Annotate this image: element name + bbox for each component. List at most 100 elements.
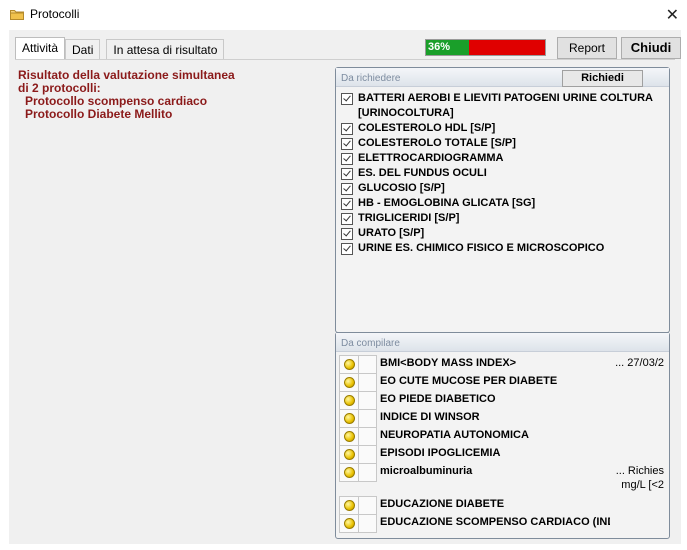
compile-item[interactable]: EPISODI IPOGLICEMIA: [339, 445, 667, 464]
yellow-dot-icon: [343, 518, 355, 529]
compile-item[interactable]: EDUCAZIONE SCOMPENSO CARDIACO (INDIV: [339, 514, 667, 533]
compile-item-name: microalbuminuria: [380, 465, 473, 477]
compile-item[interactable]: EO CUTE MUCOSE PER DIABETE: [339, 373, 667, 392]
request-label: ELETTROCARDIOGRAMMA: [358, 152, 504, 164]
request-label: HB - EMOGLOBINA GLICATA [SG]: [358, 197, 536, 209]
window-title: Protocolli: [30, 7, 80, 21]
tab-dati[interactable]: Dati: [65, 39, 101, 60]
compile-item-value-line: ... Richies: [615, 465, 664, 477]
request-label: ES. DEL FUNDUS OCULI: [358, 167, 487, 179]
request-checkbox[interactable]: [341, 123, 353, 135]
blank-cell[interactable]: [359, 463, 377, 482]
compile-item-value: [610, 427, 664, 428]
compile-item-value: [610, 514, 664, 515]
chiudi-button[interactable]: Chiudi: [621, 37, 681, 59]
request-item[interactable]: URATO [S/P]: [341, 226, 665, 241]
progress-fill: 36%: [426, 40, 469, 55]
compile-item-name: EPISODI IPOGLICEMIA: [380, 447, 501, 459]
folder-icon: [10, 10, 24, 20]
blank-cell[interactable]: [359, 496, 377, 515]
richiedi-button[interactable]: Richiedi: [562, 70, 643, 87]
compile-item-value-line: mg/L [<2: [621, 479, 664, 491]
blank-cell[interactable]: [359, 409, 377, 428]
request-label: URINE ES. CHIMICO FISICO E MICROSCOPICO: [358, 242, 605, 254]
tab-bar: Attività Dati In attesa di risultato: [15, 37, 225, 60]
request-checkbox[interactable]: [341, 93, 353, 105]
request-label: URATO [S/P]: [358, 227, 425, 239]
request-label: TRIGLICERIDI [S/P]: [358, 212, 460, 224]
yellow-dot-icon: [343, 431, 355, 442]
compile-list: BMI<BODY MASS INDEX> ... 27/03/2 EO CUTE M…: [339, 355, 667, 533]
blank-cell[interactable]: [359, 373, 377, 392]
compile-item-name: INDICE DI WINSOR: [380, 411, 480, 423]
status-cell[interactable]: [339, 373, 359, 392]
compile-item[interactable]: INDICE DI WINSOR: [339, 409, 667, 428]
blank-cell[interactable]: [359, 427, 377, 446]
request-item[interactable]: BATTERI AEROBI E LIEVITI PATOGENI URINE …: [341, 91, 665, 121]
status-cell[interactable]: [339, 427, 359, 446]
compile-item[interactable]: EO PIEDE DIABETICO: [339, 391, 667, 410]
requests-panel: Da richiedere Richiedi BATTERI AEROBI E …: [335, 67, 670, 333]
status-cell[interactable]: [339, 355, 359, 374]
request-checkbox[interactable]: [341, 243, 353, 255]
compile-item-value: [610, 373, 664, 374]
status-cell[interactable]: [339, 463, 359, 482]
tab-attivita[interactable]: Attività: [15, 37, 66, 60]
compile-item-name: NEUROPATIA AUTONOMICA: [380, 429, 529, 441]
requests-list: BATTERI AEROBI E LIEVITI PATOGENI URINE …: [341, 91, 665, 256]
request-checkbox[interactable]: [341, 198, 353, 210]
evaluation-result: Risultato della valutazione simultanea d…: [18, 69, 318, 121]
compile-item[interactable]: BMI<BODY MASS INDEX> ... 27/03/2: [339, 355, 667, 374]
compile-item-name: BMI<BODY MASS INDEX>: [380, 357, 517, 369]
blank-cell[interactable]: [359, 391, 377, 410]
compile-item-value: [610, 445, 664, 446]
request-checkbox[interactable]: [341, 228, 353, 240]
compile-item-name: EO PIEDE DIABETICO: [380, 393, 496, 405]
request-label: BATTERI AEROBI E LIEVITI PATOGENI URINE …: [358, 92, 653, 119]
compile-item-value: ... Richies mg/L [<2: [610, 463, 664, 492]
compile-item[interactable]: microalbuminuria ... Richies mg/L [<2: [339, 463, 667, 496]
tab-in-attesa[interactable]: In attesa di risultato: [106, 39, 225, 60]
compile-item-value-line: ... 27/03/2: [615, 357, 664, 369]
status-cell[interactable]: [339, 514, 359, 533]
blank-cell[interactable]: [359, 514, 377, 533]
request-item[interactable]: URINE ES. CHIMICO FISICO E MICROSCOPICO: [341, 241, 665, 256]
blank-cell[interactable]: [359, 445, 377, 464]
request-item[interactable]: ES. DEL FUNDUS OCULI: [341, 166, 665, 181]
compile-item-value: [610, 409, 664, 410]
request-item[interactable]: GLUCOSIO [S/P]: [341, 181, 665, 196]
request-checkbox[interactable]: [341, 168, 353, 180]
yellow-dot-icon: [343, 467, 355, 478]
status-cell[interactable]: [339, 445, 359, 464]
protocol-item: Protocollo Diabete Mellito: [25, 107, 173, 121]
window-body: Attività Dati In attesa di risultato 36%…: [9, 30, 681, 544]
compile-item-value: ... 27/03/2: [610, 355, 664, 370]
compile-item[interactable]: EDUCAZIONE DIABETE: [339, 496, 667, 515]
request-item[interactable]: TRIGLICERIDI [S/P]: [341, 211, 665, 226]
report-button[interactable]: Report: [557, 37, 617, 59]
yellow-dot-icon: [343, 377, 355, 388]
status-cell[interactable]: [339, 409, 359, 428]
compile-panel: Da compilare BMI<BODY MASS INDEX> ... 27/…: [335, 332, 670, 539]
progress-bar: 36%: [425, 39, 546, 56]
status-cell[interactable]: [339, 496, 359, 515]
request-item[interactable]: COLESTEROLO TOTALE [S/P]: [341, 136, 665, 151]
request-item[interactable]: ELETTROCARDIOGRAMMA: [341, 151, 665, 166]
status-cell[interactable]: [339, 391, 359, 410]
yellow-dot-icon: [343, 359, 355, 370]
compile-panel-header: Da compilare: [336, 333, 669, 352]
request-checkbox[interactable]: [341, 153, 353, 165]
yellow-dot-icon: [343, 395, 355, 406]
compile-item-name: EDUCAZIONE SCOMPENSO CARDIACO (INDIV: [380, 516, 610, 528]
request-item[interactable]: COLESTEROLO HDL [S/P]: [341, 121, 665, 136]
request-checkbox[interactable]: [341, 183, 353, 195]
requests-panel-header: Da richiedere Richiedi: [336, 68, 669, 87]
blank-cell[interactable]: [359, 355, 377, 374]
close-icon[interactable]: ✕: [666, 5, 679, 25]
compile-item[interactable]: NEUROPATIA AUTONOMICA: [339, 427, 667, 446]
request-checkbox[interactable]: [341, 213, 353, 225]
request-item[interactable]: HB - EMOGLOBINA GLICATA [SG]: [341, 196, 665, 211]
request-label: COLESTEROLO HDL [S/P]: [358, 122, 496, 134]
request-label: GLUCOSIO [S/P]: [358, 182, 445, 194]
request-checkbox[interactable]: [341, 138, 353, 150]
